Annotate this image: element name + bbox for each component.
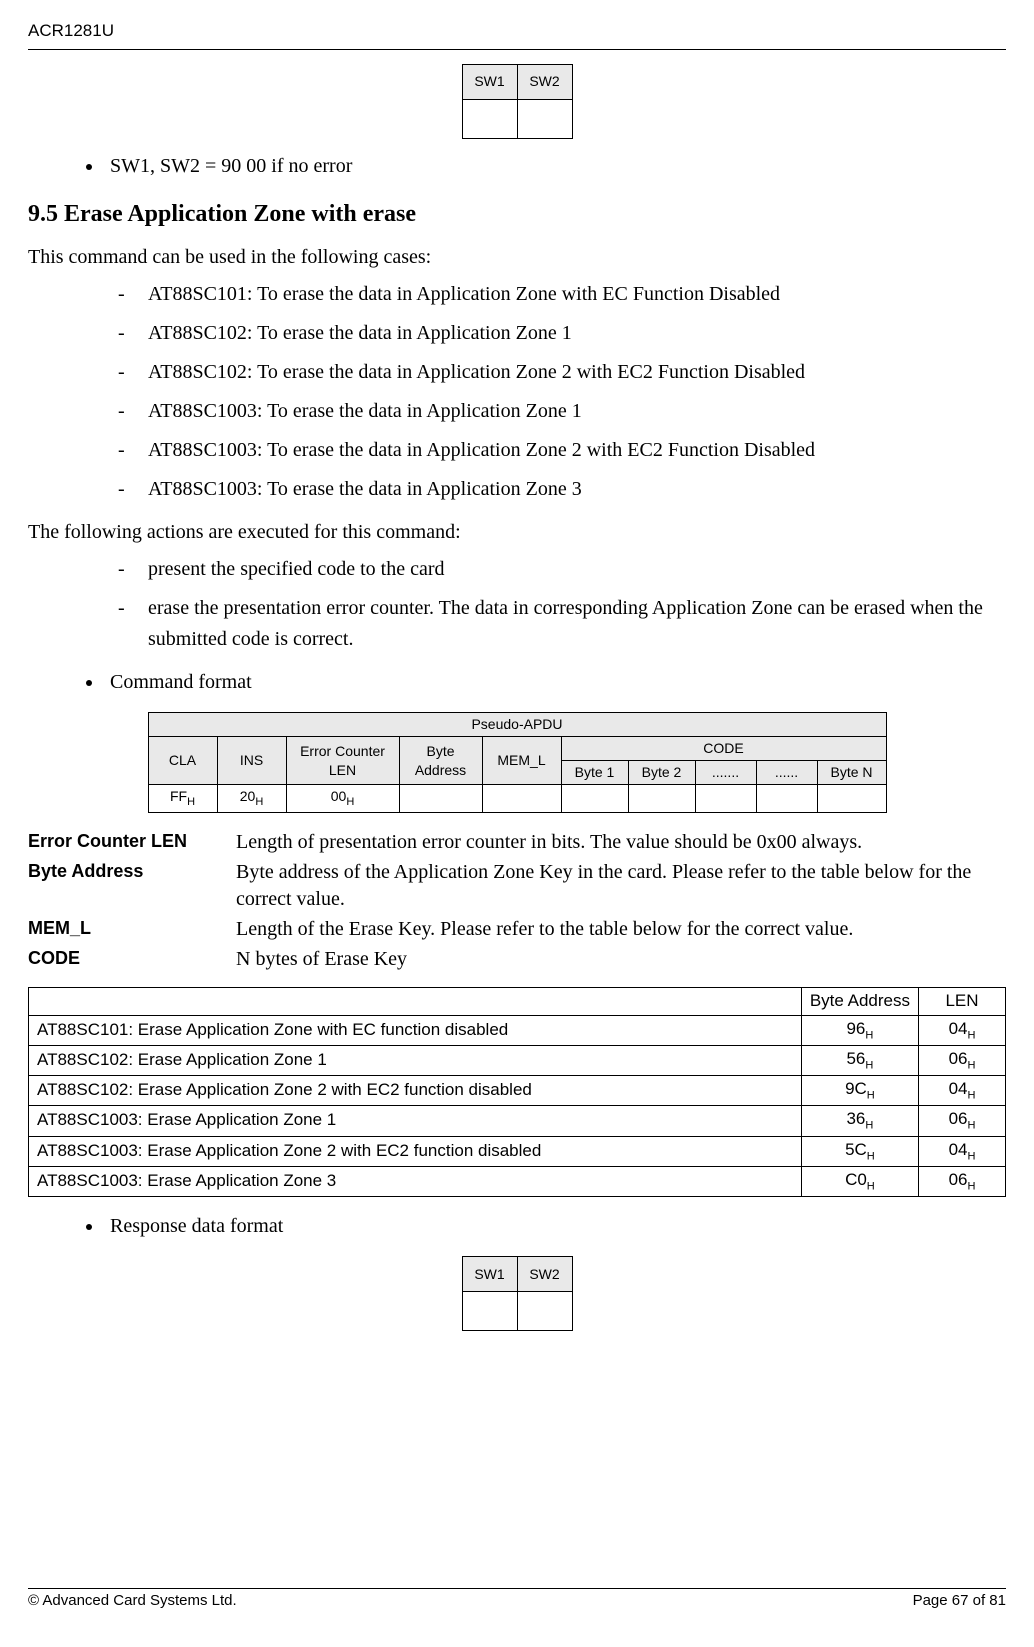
cell: 5C H xyxy=(801,1136,918,1166)
list-item: AT88SC1003: To erase the data in Applica… xyxy=(118,435,1006,466)
cell: 06 H xyxy=(919,1045,1006,1075)
cell: 96 H xyxy=(801,1015,918,1045)
definition: Length of the Erase Key. Please refer to… xyxy=(236,916,1006,943)
cell: 56 H xyxy=(801,1045,918,1075)
status-word-table-top: SW1SW2 xyxy=(462,64,573,139)
cell: C0 H xyxy=(801,1166,918,1196)
cell: 04 H xyxy=(919,1136,1006,1166)
cell: 00 H xyxy=(286,785,399,813)
definition: N bytes of Erase Key xyxy=(236,946,1006,973)
footer-rule xyxy=(28,1588,1006,1589)
cell: Error Counter LEN xyxy=(286,737,399,785)
cell xyxy=(695,785,756,813)
cell xyxy=(29,987,802,1015)
cell: 04 H xyxy=(919,1015,1006,1045)
cell: 06 H xyxy=(919,1106,1006,1136)
term: MEM_L xyxy=(28,916,228,943)
list-item: present the specified code to the card xyxy=(118,554,1006,585)
cell xyxy=(561,785,628,813)
cell: FF H xyxy=(148,785,217,813)
definition: Byte address of the Application Zone Key… xyxy=(236,859,1006,913)
section-heading: 9.5 Erase Application Zone with erase xyxy=(28,198,1006,230)
cell xyxy=(399,785,482,813)
cell: 20 H xyxy=(217,785,286,813)
cell: AT88SC102: Erase Application Zone 2 with… xyxy=(29,1076,802,1106)
list-item: Response data format xyxy=(104,1213,1006,1240)
cell: Byte N xyxy=(817,761,886,785)
cell xyxy=(517,1291,572,1330)
cell: 36 H xyxy=(801,1106,918,1136)
cell: CODE xyxy=(561,737,886,761)
cell: Byte Address xyxy=(801,987,918,1015)
cell xyxy=(462,99,517,138)
list-item: AT88SC102: To erase the data in Applicat… xyxy=(118,318,1006,349)
paragraph: This command can be used in the followin… xyxy=(28,244,1006,271)
byte-address-table: Byte Address LEN AT88SC101: Erase Applic… xyxy=(28,987,1006,1197)
cell: 9C H xyxy=(801,1076,918,1106)
cell: AT88SC102: Erase Application Zone 1 xyxy=(29,1045,802,1075)
cell: CLA xyxy=(148,737,217,785)
cell: LEN xyxy=(919,987,1006,1015)
cell xyxy=(462,1291,517,1330)
footer-right: Page 67 of 81 xyxy=(913,1591,1006,1611)
term: CODE xyxy=(28,946,228,973)
cell: AT88SC1003: Erase Application Zone 1 xyxy=(29,1106,802,1136)
cell: SW1 xyxy=(462,1256,517,1291)
cell: SW2 xyxy=(517,64,572,99)
apdu-table: Pseudo-APDU CLA INS Error Counter LEN By… xyxy=(148,712,887,812)
cell xyxy=(756,785,817,813)
term: Error Counter LEN xyxy=(28,829,228,856)
cell: SW2 xyxy=(517,1256,572,1291)
cell xyxy=(517,99,572,138)
cell: Pseudo-APDU xyxy=(148,713,886,737)
paragraph: The following actions are executed for t… xyxy=(28,519,1006,546)
cell: ...... xyxy=(756,761,817,785)
list-item: AT88SC1003: To erase the data in Applica… xyxy=(118,396,1006,427)
cell: Byte 1 xyxy=(561,761,628,785)
cell: AT88SC101: Erase Application Zone with E… xyxy=(29,1015,802,1045)
list-item: AT88SC102: To erase the data in Applicat… xyxy=(118,357,1006,388)
cell xyxy=(628,785,695,813)
list-item: erase the presentation error counter. Th… xyxy=(118,593,1006,655)
cell: INS xyxy=(217,737,286,785)
list-item: AT88SC101: To erase the data in Applicat… xyxy=(118,279,1006,310)
cell: Byte 2 xyxy=(628,761,695,785)
definition-list: Error Counter LEN Length of presentation… xyxy=(28,829,1006,973)
cell: 06 H xyxy=(919,1166,1006,1196)
cell: ....... xyxy=(695,761,756,785)
cell: SW1 xyxy=(462,64,517,99)
cell: MEM_L xyxy=(482,737,561,785)
status-word-table-bottom: SW1SW2 xyxy=(462,1256,573,1331)
list-item: SW1, SW2 = 90 00 if no error xyxy=(104,153,1006,180)
page-header: ACR1281U xyxy=(28,20,1006,50)
list-item: Command format xyxy=(104,669,1006,696)
cell: 04 H xyxy=(919,1076,1006,1106)
cell xyxy=(482,785,561,813)
term: Byte Address xyxy=(28,859,228,913)
list-item: AT88SC1003: To erase the data in Applica… xyxy=(118,474,1006,505)
cell: AT88SC1003: Erase Application Zone 2 wit… xyxy=(29,1136,802,1166)
cell: Byte Address xyxy=(399,737,482,785)
definition: Length of presentation error counter in … xyxy=(236,829,1006,856)
cell xyxy=(817,785,886,813)
cell: AT88SC1003: Erase Application Zone 3 xyxy=(29,1166,802,1196)
footer-left: © Advanced Card Systems Ltd. xyxy=(28,1591,237,1611)
